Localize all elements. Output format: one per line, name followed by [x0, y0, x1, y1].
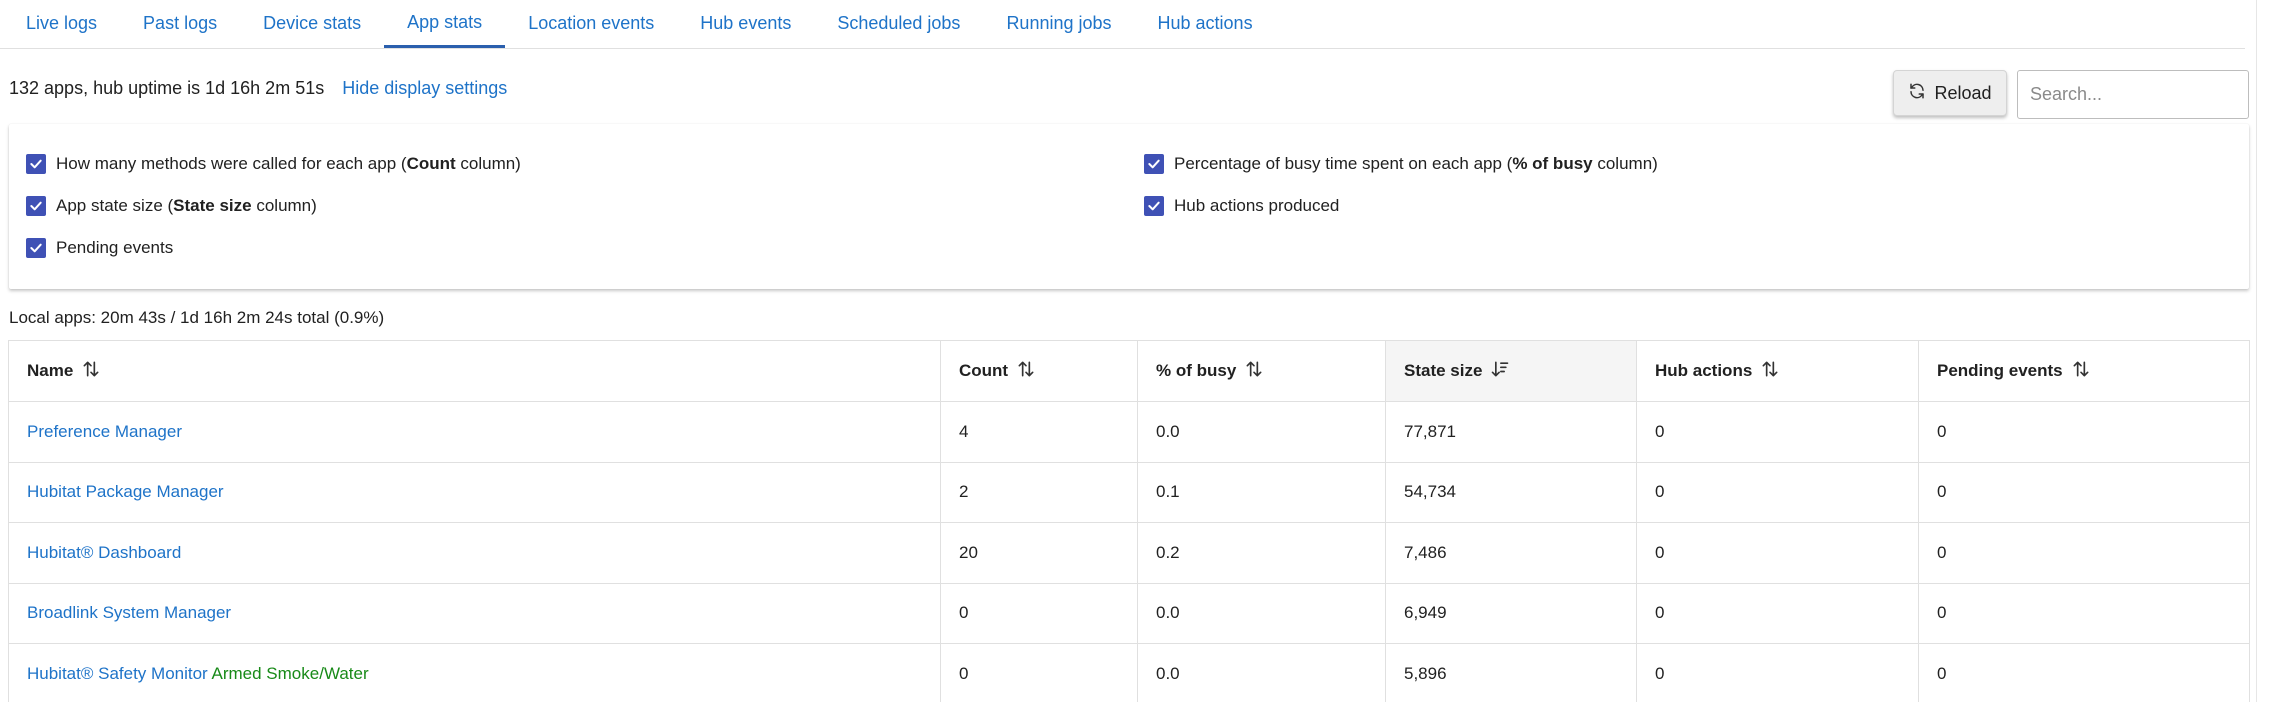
scrollbar-track[interactable] [2256, 0, 2257, 702]
count-cell: 20 [940, 522, 1138, 584]
pending-events-cell: 0 [1918, 461, 2250, 523]
state-size-cell: 5,896 [1385, 643, 1637, 702]
sort-icon[interactable] [1244, 359, 1264, 384]
sort-icon[interactable] [81, 359, 101, 384]
busy-cell: 0.2 [1137, 522, 1386, 584]
option-pending-events[interactable]: Pending events [26, 238, 173, 258]
app-name-cell: Hubitat Package Manager [8, 461, 941, 523]
table-row: Hubitat Package Manager 2 0.1 54,734 0 0 [8, 461, 2250, 523]
column-header-name[interactable]: Name [8, 340, 941, 402]
logs-tab-bar: Live logs Past logs Device stats App sta… [0, 0, 2245, 49]
display-settings-panel: How many methods were called for each ap… [9, 124, 2249, 289]
tab-location-events[interactable]: Location events [505, 0, 677, 47]
app-name-cell: Hubitat® Safety Monitor Armed Smoke/Wate… [8, 643, 941, 702]
hub-actions-cell: 0 [1636, 522, 1919, 584]
app-link[interactable]: Hubitat® Safety Monitor [27, 664, 208, 683]
tab-hub-events[interactable]: Hub events [677, 0, 814, 47]
local-apps-summary: Local apps: 20m 43s / 1d 16h 2m 24s tota… [9, 308, 385, 327]
hub-actions-cell: 0 [1636, 461, 1919, 523]
option-busy-label: Percentage of busy time spent on each ap… [1174, 154, 1658, 173]
pending-events-cell: 0 [1918, 582, 2250, 644]
count-cell: 4 [940, 401, 1138, 463]
app-link[interactable]: Broadlink System Manager [27, 603, 231, 622]
sort-icon[interactable] [1760, 359, 1780, 384]
busy-cell: 0.0 [1137, 401, 1386, 463]
column-header-hub-actions[interactable]: Hub actions [1636, 340, 1919, 402]
tab-running-jobs[interactable]: Running jobs [983, 0, 1134, 47]
option-pending-events-label: Pending events [56, 238, 174, 257]
option-hub-actions-label: Hub actions produced [1174, 196, 1340, 215]
option-count[interactable]: How many methods were called for each ap… [26, 154, 521, 174]
column-header-state-size[interactable]: State size [1385, 340, 1637, 402]
app-stats-page: Live logs Past logs Device stats App sta… [0, 0, 2277, 702]
pending-events-cell: 0 [1918, 522, 2250, 584]
table-row: Broadlink System Manager 0 0.0 6,949 0 0 [8, 582, 2250, 644]
checkbox-checked-icon[interactable] [26, 238, 46, 258]
state-size-cell: 7,486 [1385, 522, 1637, 584]
hub-actions-cell: 0 [1636, 582, 1919, 644]
tab-app-stats[interactable]: App stats [384, 0, 506, 48]
checkbox-checked-icon[interactable] [1144, 154, 1164, 174]
table-row: Hubitat® Safety Monitor Armed Smoke/Wate… [8, 643, 2250, 702]
app-status-text: Armed Smoke/Water [211, 663, 369, 683]
table-row: Hubitat® Dashboard 20 0.2 7,486 0 0 [8, 522, 2250, 584]
app-link[interactable]: Hubitat® Dashboard [27, 543, 181, 562]
tab-hub-actions[interactable]: Hub actions [1135, 0, 1276, 47]
hide-display-settings-link[interactable]: Hide display settings [342, 78, 507, 99]
app-link[interactable]: Hubitat Package Manager [27, 482, 224, 501]
count-cell: 0 [940, 643, 1138, 702]
option-hub-actions[interactable]: Hub actions produced [1144, 196, 1339, 216]
option-count-label: How many methods were called for each ap… [56, 154, 521, 173]
app-name-cell: Hubitat® Dashboard [8, 522, 941, 584]
sort-descending-icon[interactable] [1490, 359, 1510, 384]
busy-cell: 0.1 [1137, 461, 1386, 523]
pending-events-cell: 0 [1918, 401, 2250, 463]
tab-scheduled-jobs[interactable]: Scheduled jobs [814, 0, 983, 47]
option-busy[interactable]: Percentage of busy time spent on each ap… [1144, 154, 1658, 174]
hub-actions-cell: 0 [1636, 643, 1919, 702]
column-header-pending-events[interactable]: Pending events [1918, 340, 2250, 402]
count-cell: 0 [940, 582, 1138, 644]
state-size-cell: 54,734 [1385, 461, 1637, 523]
checkbox-checked-icon[interactable] [26, 196, 46, 216]
hub-actions-cell: 0 [1636, 401, 1919, 463]
search-input[interactable] [2017, 70, 2249, 119]
sort-icon[interactable] [1016, 359, 1036, 384]
option-state-size-label: App state size (State size column) [56, 196, 317, 215]
app-name-cell: Preference Manager [8, 401, 941, 463]
column-header-count[interactable]: Count [940, 340, 1138, 402]
tab-live-logs[interactable]: Live logs [3, 0, 120, 47]
table-row: Preference Manager 4 0.0 77,871 0 0 [8, 401, 2250, 463]
apps-uptime-summary: 132 apps, hub uptime is 1d 16h 2m 51s [9, 78, 325, 98]
reload-label: Reload [1934, 82, 1992, 103]
table-header-row: Name Count % of busy State size Hub acti… [8, 340, 2250, 402]
pending-events-cell: 0 [1918, 643, 2250, 702]
app-name-cell: Broadlink System Manager [8, 582, 941, 644]
refresh-icon [1908, 82, 1926, 105]
checkbox-checked-icon[interactable] [26, 154, 46, 174]
column-header-busy[interactable]: % of busy [1137, 340, 1386, 402]
summary-bar: 132 apps, hub uptime is 1d 16h 2m 51s Hi… [9, 78, 507, 99]
tab-device-stats[interactable]: Device stats [240, 0, 384, 47]
checkbox-checked-icon[interactable] [1144, 196, 1164, 216]
busy-cell: 0.0 [1137, 643, 1386, 702]
option-state-size[interactable]: App state size (State size column) [26, 196, 317, 216]
tab-past-logs[interactable]: Past logs [120, 0, 240, 47]
app-stats-table: Name Count % of busy State size Hub acti… [8, 340, 2250, 702]
reload-button[interactable]: Reload [1893, 70, 2007, 116]
state-size-cell: 6,949 [1385, 582, 1637, 644]
state-size-cell: 77,871 [1385, 401, 1637, 463]
busy-cell: 0.0 [1137, 582, 1386, 644]
app-link[interactable]: Preference Manager [27, 422, 182, 441]
sort-icon[interactable] [2071, 359, 2091, 384]
count-cell: 2 [940, 461, 1138, 523]
